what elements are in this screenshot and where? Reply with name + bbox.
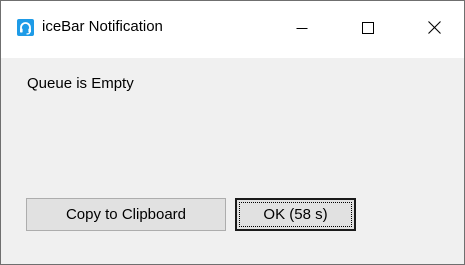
ok-button[interactable]: OK (58 s): [235, 198, 356, 231]
copy-button-label: Copy to Clipboard: [65, 206, 187, 223]
notification-window: iceBar Notification Queue is Empty Copy …: [0, 0, 465, 265]
copy-to-clipboard-button[interactable]: Copy to Clipboard: [26, 198, 226, 231]
minimize-button[interactable]: [279, 1, 325, 58]
maximize-icon: [362, 21, 374, 39]
dialog-content: Queue is Empty Copy to Clipboard OK (58 …: [1, 58, 464, 264]
maximize-button[interactable]: [345, 1, 391, 58]
title-bar[interactable]: iceBar Notification: [1, 1, 464, 58]
close-icon: [427, 20, 441, 39]
headset-icon: [17, 19, 34, 36]
close-button[interactable]: [411, 1, 457, 58]
ok-button-label: OK (58 s): [263, 206, 328, 223]
notification-message: Queue is Empty: [27, 75, 134, 92]
minimize-icon: [296, 21, 308, 39]
window-title: iceBar Notification: [42, 18, 163, 35]
